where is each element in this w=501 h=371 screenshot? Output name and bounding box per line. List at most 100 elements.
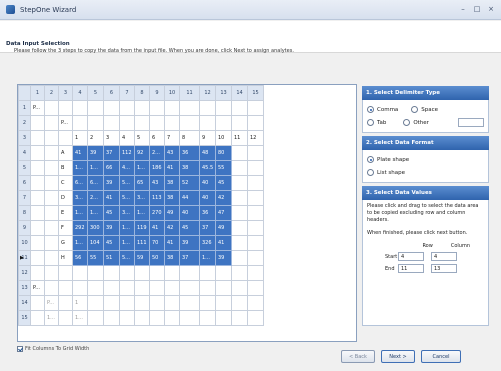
grid-cell[interactable]: G [58, 235, 73, 251]
grid-table[interactable]: 1 2 3 4 5 6 7 8 9 10 11 12 13 14 15 1 P... 2 P... 3 1 2 3 4 5 6 7 8… [18, 85, 264, 326]
grid-cell[interactable] [179, 115, 200, 131]
grid-cell[interactable] [87, 310, 104, 326]
grid-cell[interactable]: 9 [199, 130, 216, 146]
grid-cell[interactable]: 43 [164, 145, 180, 161]
grid-cell[interactable]: 42 [215, 190, 232, 206]
grid-cell[interactable] [231, 265, 248, 281]
column-header[interactable]: 2 [44, 85, 59, 101]
grid-cell[interactable]: 113 [149, 190, 165, 206]
grid-cell[interactable]: 36 [199, 205, 216, 221]
end-row-input[interactable]: 11 [398, 264, 424, 273]
grid-cell[interactable]: 292 [72, 220, 88, 236]
grid-cell[interactable]: 300 [87, 220, 104, 236]
grid-cell[interactable]: 1 [72, 130, 88, 146]
radio-other[interactable] [403, 119, 411, 126]
grid-cell[interactable] [58, 295, 73, 311]
grid-cell[interactable]: 44 [179, 190, 200, 206]
grid-cell[interactable] [231, 160, 248, 176]
grid-cell[interactable]: 65 [134, 175, 150, 191]
row-header[interactable]: 8 [18, 205, 31, 221]
grid-cell[interactable] [231, 190, 248, 206]
grid-cell[interactable] [179, 265, 200, 281]
grid-cell[interactable]: 38 [164, 175, 180, 191]
grid-cell[interactable] [199, 280, 216, 296]
grid-cell[interactable] [44, 175, 59, 191]
grid-cell[interactable] [149, 115, 165, 131]
grid-cell[interactable]: 41 [103, 190, 120, 206]
grid-cell[interactable] [247, 100, 264, 116]
grid-cell[interactable]: 48 [199, 145, 216, 161]
grid-cell[interactable]: 3... [119, 205, 135, 221]
grid-cell[interactable]: 1... [134, 205, 150, 221]
grid-cell[interactable] [231, 310, 248, 326]
row-header[interactable]: 14 [18, 295, 31, 311]
grid-cell[interactable]: 1... [119, 235, 135, 251]
column-header[interactable]: 7 [119, 85, 135, 101]
grid-cell[interactable] [231, 205, 248, 221]
grid-cell[interactable]: 40 [179, 205, 200, 221]
fit-columns-checkbox[interactable]: Fit Columns To Grid Width [17, 346, 89, 352]
grid-cell[interactable]: 45 [103, 205, 120, 221]
grid-cell[interactable] [149, 100, 165, 116]
grid-cell[interactable] [87, 295, 104, 311]
column-header[interactable]: 12 [199, 85, 216, 101]
grid-cell[interactable] [215, 310, 232, 326]
column-header[interactable]: 5 [87, 85, 104, 101]
grid-cell[interactable] [231, 250, 248, 266]
grid-cell[interactable] [247, 310, 264, 326]
grid-cell[interactable]: P... [44, 295, 59, 311]
radio-list-shape-label[interactable]: List shape [377, 170, 405, 176]
row-header[interactable]: 5 [18, 160, 31, 176]
grid-cell[interactable]: 45.5 [199, 160, 216, 176]
grid-cell[interactable] [30, 295, 45, 311]
grid-cell[interactable]: 39 [103, 220, 120, 236]
grid-cell[interactable] [179, 280, 200, 296]
grid-cell[interactable]: C [58, 175, 73, 191]
grid-cell[interactable] [247, 145, 264, 161]
start-row-input[interactable]: 4 [398, 252, 424, 261]
grid-cell[interactable]: 43 [149, 175, 165, 191]
grid-cell[interactable]: F [58, 220, 73, 236]
grid-cell[interactable] [87, 265, 104, 281]
column-header[interactable]: 13 [215, 85, 232, 101]
grid-cell[interactable]: 55 [87, 250, 104, 266]
grid-cell[interactable] [247, 115, 264, 131]
grid-cell[interactable] [134, 115, 150, 131]
grid-cell[interactable] [103, 310, 120, 326]
grid-cell[interactable] [119, 115, 135, 131]
grid-cell[interactable]: 41 [149, 220, 165, 236]
grid-cell[interactable] [231, 295, 248, 311]
grid-cell[interactable]: 45 [215, 175, 232, 191]
grid-cell[interactable] [72, 265, 88, 281]
row-header[interactable]: 10 [18, 235, 31, 251]
grid-cell[interactable] [119, 310, 135, 326]
radio-tab[interactable] [367, 119, 374, 126]
grid-cell[interactable] [58, 280, 73, 296]
grid-cell[interactable] [247, 160, 264, 176]
grid-cell[interactable] [134, 280, 150, 296]
grid-cell[interactable] [164, 265, 180, 281]
grid-cell[interactable]: 37 [199, 220, 216, 236]
grid-cell[interactable] [30, 265, 45, 281]
grid-cell[interactable] [164, 310, 180, 326]
grid-cell[interactable] [164, 295, 180, 311]
grid-cell[interactable]: 5... [119, 190, 135, 206]
radio-plate-shape[interactable] [367, 156, 374, 163]
grid-cell[interactable]: 4... [119, 160, 135, 176]
grid-cell[interactable]: 5... [119, 175, 135, 191]
grid-cell[interactable] [247, 250, 264, 266]
grid-cell[interactable] [44, 235, 59, 251]
grid-cell[interactable] [231, 115, 248, 131]
grid-cell[interactable] [87, 280, 104, 296]
column-header[interactable]: 10 [164, 85, 180, 101]
grid-cell[interactable] [30, 175, 45, 191]
grid-cell[interactable]: D [58, 190, 73, 206]
other-delimiter-input[interactable] [458, 118, 484, 127]
grid-cell[interactable]: 41 [164, 160, 180, 176]
column-header[interactable]: 1 [30, 85, 45, 101]
grid-cell[interactable] [119, 295, 135, 311]
grid-cell[interactable] [119, 265, 135, 281]
close-button[interactable]: × [485, 3, 497, 15]
grid-cell[interactable]: 11 [231, 130, 248, 146]
radio-space[interactable] [411, 106, 419, 113]
